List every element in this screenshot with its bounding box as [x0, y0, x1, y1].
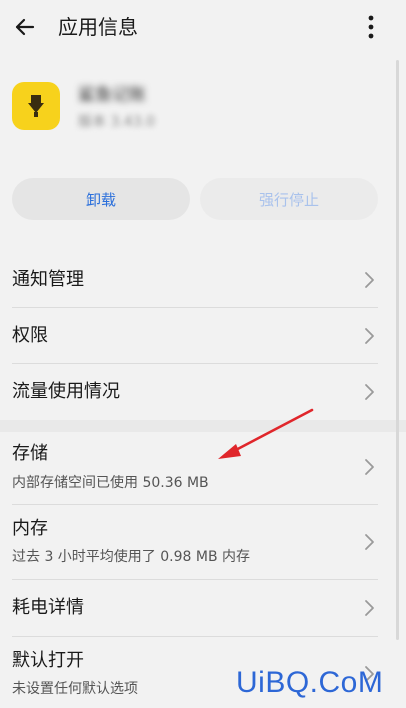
chevron-right-icon: [365, 328, 374, 344]
row-label: 默认打开: [12, 650, 84, 671]
row-data-usage[interactable]: 流量使用情况: [0, 364, 406, 420]
page-title: 应用信息: [58, 15, 138, 39]
header: 应用信息: [0, 0, 406, 54]
row-label: 流量使用情况: [12, 381, 120, 402]
app-name: 鲨鱼记账: [78, 85, 146, 105]
row-label: 内存: [12, 518, 48, 539]
arrow-left-icon: [15, 18, 35, 36]
more-vertical-icon: [368, 15, 374, 39]
uninstall-button[interactable]: 卸载: [12, 178, 190, 220]
force-stop-button[interactable]: 强行停止: [200, 178, 378, 220]
row-label: 耗电详情: [12, 597, 84, 618]
row-sublabel: 未设置任何默认选项: [12, 681, 138, 697]
row-sublabel: 内部存储空间已使用 50.36 MB: [12, 475, 209, 491]
row-notification-management[interactable]: 通知管理: [0, 252, 406, 308]
back-button[interactable]: [10, 12, 40, 42]
section-divider: [0, 420, 406, 432]
more-button[interactable]: [356, 12, 386, 42]
chevron-right-icon: [365, 459, 374, 475]
row-label: 权限: [12, 325, 48, 346]
app-info-page: 应用信息 鲨鱼记账 版本 3.43.0 卸载 强行停止 通知管理 权限 流量使用…: [0, 0, 406, 708]
scrollbar[interactable]: [396, 60, 399, 640]
app-version: 版本 3.43.0: [78, 114, 155, 130]
row-battery-details[interactable]: 耗电详情: [0, 580, 406, 636]
row-storage[interactable]: 存储 内部存储空间已使用 50.36 MB: [0, 432, 406, 504]
chevron-right-icon: [365, 384, 374, 400]
chevron-right-icon: [365, 600, 374, 616]
row-label: 通知管理: [12, 269, 84, 290]
row-permissions[interactable]: 权限: [0, 308, 406, 363]
row-label: 存储: [12, 443, 48, 464]
row-memory[interactable]: 内存 过去 3 小时平均使用了 0.98 MB 内存: [0, 505, 406, 579]
chevron-right-icon: [365, 272, 374, 288]
app-icon: [12, 82, 60, 130]
chevron-right-icon: [365, 534, 374, 550]
watermark: UiBQ.CoM: [236, 666, 384, 699]
row-sublabel: 过去 3 小时平均使用了 0.98 MB 内存: [12, 549, 251, 565]
